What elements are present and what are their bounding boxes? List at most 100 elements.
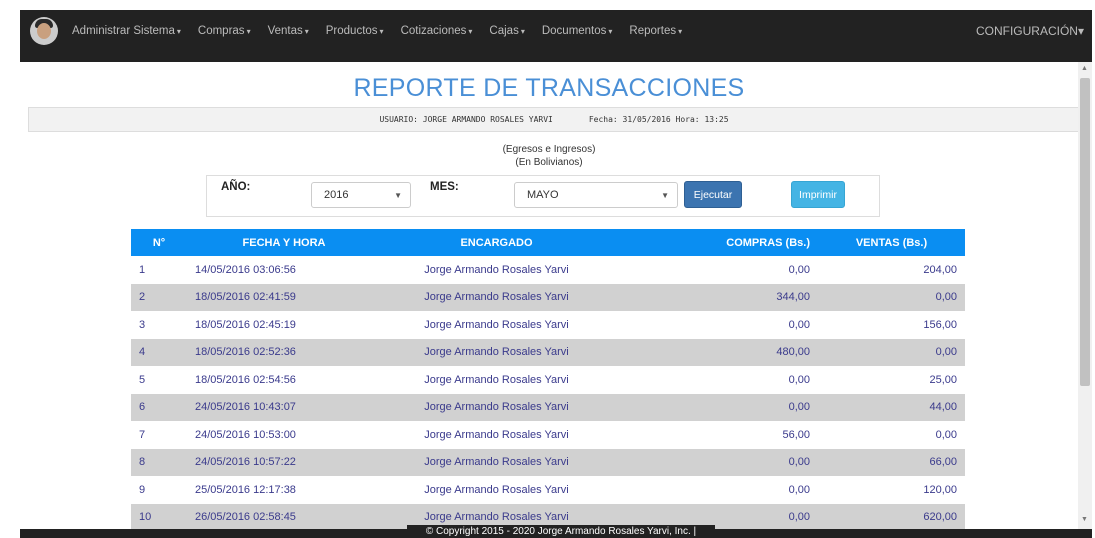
nav-documentos[interactable]: Documentos ▾ — [542, 25, 613, 37]
caret-down-icon: ▾ — [176, 26, 181, 36]
cell-sales: 66,00 — [818, 448, 965, 476]
scroll-down-arrow-icon[interactable]: ▼ — [1081, 516, 1088, 523]
table-row: 6 24/05/2016 10:43:07 Jorge Armando Rosale… — [131, 393, 965, 421]
cell-manager: Jorge Armando Rosales Yarvi — [424, 318, 569, 331]
cell-datetime: 18/05/2016 02:54:56 — [195, 373, 296, 386]
caret-down-icon: ▾ — [520, 26, 525, 36]
cell-datetime: 18/05/2016 02:41:59 — [187, 283, 381, 311]
caret-down-icon: ▾ — [379, 26, 384, 36]
cell-datetime: 26/05/2016 02:58:45 — [187, 503, 381, 529]
cell-number: 5 — [139, 373, 146, 386]
cell-datetime: 24/05/2016 10:53:00 — [195, 428, 296, 441]
nav-cajas[interactable]: Cajas ▾ — [489, 25, 524, 37]
cell-sales: 204,00 — [923, 263, 957, 276]
nav-compras[interactable]: Compras ▾ — [198, 25, 251, 37]
subtitle-line-2: (En Bolivianos) — [515, 157, 583, 168]
page-title: REPORTE DE TRANSACCIONES — [353, 74, 745, 102]
transactions-table: N° FECHA Y HORA ENCARGADO COMPRAS (Bs.) … — [131, 229, 965, 529]
cell-number: 3 — [139, 318, 146, 331]
table-row: 8 24/05/2016 10:57:22 Jorge Armando Rosale… — [131, 448, 965, 476]
cell-datetime: 24/05/2016 10:43:07 — [187, 393, 381, 421]
nav-reportes[interactable]: Reportes ▾ — [629, 25, 682, 37]
cell-sales: 156,00 — [923, 318, 957, 331]
cell-purchases: 344,00 — [612, 283, 818, 311]
execute-button[interactable]: Ejecutar — [684, 181, 742, 208]
report-subtitle: (Egresos e Ingresos) (En Bolivianos) — [20, 143, 1078, 169]
cell-number: 6 — [131, 393, 187, 421]
caret-down-icon: ▾ — [246, 26, 251, 36]
top-navbar: Administrar Sistema ▾ Compras ▾ Ventas ▾ Pr… — [20, 10, 1092, 51]
date-line: Fecha: 31/05/2016 Hora: 13:25 — [588, 115, 729, 124]
cell-purchases: 56,00 — [782, 428, 810, 441]
year-select[interactable]: 2016 ▼ — [311, 182, 411, 208]
table-header-row: N° FECHA Y HORA ENCARGADO COMPRAS (Bs.) … — [131, 229, 965, 256]
caret-down-icon: ▾ — [608, 26, 613, 36]
cell-purchases: 0,00 — [788, 318, 810, 331]
scroll-up-arrow-icon[interactable]: ▲ — [1081, 65, 1088, 72]
cell-manager: Jorge Armando Rosales Yarvi — [381, 393, 612, 421]
cell-datetime: 14/05/2016 03:06:56 — [195, 263, 296, 276]
cell-manager: Jorge Armando Rosales Yarvi — [424, 483, 569, 496]
footer-text: © Copyright 2015 - 2020 Jorge Armando Ro… — [425, 526, 697, 537]
cell-manager: Jorge Armando Rosales Yarvi — [424, 373, 569, 386]
col-header-sales: VENTAS (Bs.) — [818, 229, 965, 256]
chevron-down-icon: ▼ — [394, 191, 402, 200]
footer-text-bg: © Copyright 2015 - 2020 Jorge Armando Ro… — [407, 525, 715, 538]
cell-datetime: 24/05/2016 10:57:22 — [187, 448, 381, 476]
cell-datetime: 18/05/2016 02:52:36 — [187, 338, 381, 366]
user-avatar[interactable] — [30, 16, 58, 45]
nav-ventas[interactable]: Ventas ▾ — [268, 25, 309, 37]
cell-sales: 25,00 — [929, 373, 957, 386]
cell-manager: Jorge Armando Rosales Yarvi — [381, 338, 612, 366]
nav-productos[interactable]: Productos ▾ — [326, 25, 384, 37]
table-row: 7 24/05/2016 10:53:00 Jorge Armando Rosale… — [131, 421, 965, 449]
month-value: MAYO — [527, 189, 559, 201]
cell-manager: Jorge Armando Rosales Yarvi — [424, 263, 569, 276]
cell-number: 8 — [131, 448, 187, 476]
chevron-down-icon: ▼ — [661, 191, 669, 200]
cell-purchases: 0,00 — [612, 393, 818, 421]
cell-sales: 44,00 — [818, 393, 965, 421]
col-header-datetime: FECHA Y HORA — [187, 229, 381, 256]
nav-configuracion[interactable]: CONFIGURACIÓN▾ — [976, 24, 1084, 38]
nav-administrar-sistema[interactable]: Administrar Sistema ▾ — [72, 25, 181, 37]
nav-cotizaciones[interactable]: Cotizaciones ▾ — [401, 25, 473, 37]
cell-number: 1 — [139, 263, 146, 276]
cell-sales: 0,00 — [818, 338, 965, 366]
cell-sales: 0,00 — [818, 283, 965, 311]
caret-down-icon: ▾ — [678, 26, 683, 36]
scrollbar-thumb[interactable] — [1080, 78, 1090, 386]
cell-manager: Jorge Armando Rosales Yarvi — [381, 448, 612, 476]
cell-purchases: 0,00 — [612, 448, 818, 476]
subtitle-line-1: (Egresos e Ingresos) — [502, 144, 596, 155]
caret-down-icon: ▾ — [1077, 23, 1084, 38]
avatar-face — [37, 22, 51, 39]
vertical-scrollbar[interactable]: ▲ ▼ — [1078, 62, 1092, 529]
year-label: AÑO: — [221, 181, 251, 193]
cell-purchases: 0,00 — [788, 373, 810, 386]
nav-label: Compras — [197, 24, 245, 37]
nav-label: CONFIGURACIÓN — [975, 23, 1078, 38]
caret-down-icon: ▾ — [468, 26, 473, 36]
nav-label: Cotizaciones — [400, 24, 467, 37]
print-button[interactable]: Imprimir — [791, 181, 845, 208]
table-row: 2 18/05/2016 02:41:59 Jorge Armando Rosale… — [131, 283, 965, 311]
cell-purchases: 0,00 — [788, 263, 810, 276]
cell-sales: 620,00 — [818, 503, 965, 529]
nav-label: Reportes — [629, 24, 677, 37]
cell-sales: 120,00 — [923, 483, 957, 496]
navbar-bottom-strip — [20, 51, 1092, 62]
cell-datetime: 18/05/2016 02:45:19 — [195, 318, 296, 331]
nav-label: Cajas — [489, 24, 519, 37]
table-row: 4 18/05/2016 02:52:36 Jorge Armando Rosale… — [131, 338, 965, 366]
caret-down-icon: ▾ — [304, 26, 309, 36]
col-header-manager: ENCARGADO — [381, 229, 612, 256]
nav-label: Productos — [325, 24, 378, 37]
cell-manager: Jorge Armando Rosales Yarvi — [424, 428, 569, 441]
cell-manager: Jorge Armando Rosales Yarvi — [381, 283, 612, 311]
cell-number: 10 — [131, 503, 187, 529]
cell-purchases: 0,00 — [788, 483, 810, 496]
col-header-purchases: COMPRAS (Bs.) — [612, 229, 818, 256]
cell-number: 9 — [139, 483, 146, 496]
month-select[interactable]: MAYO ▼ — [514, 182, 678, 208]
